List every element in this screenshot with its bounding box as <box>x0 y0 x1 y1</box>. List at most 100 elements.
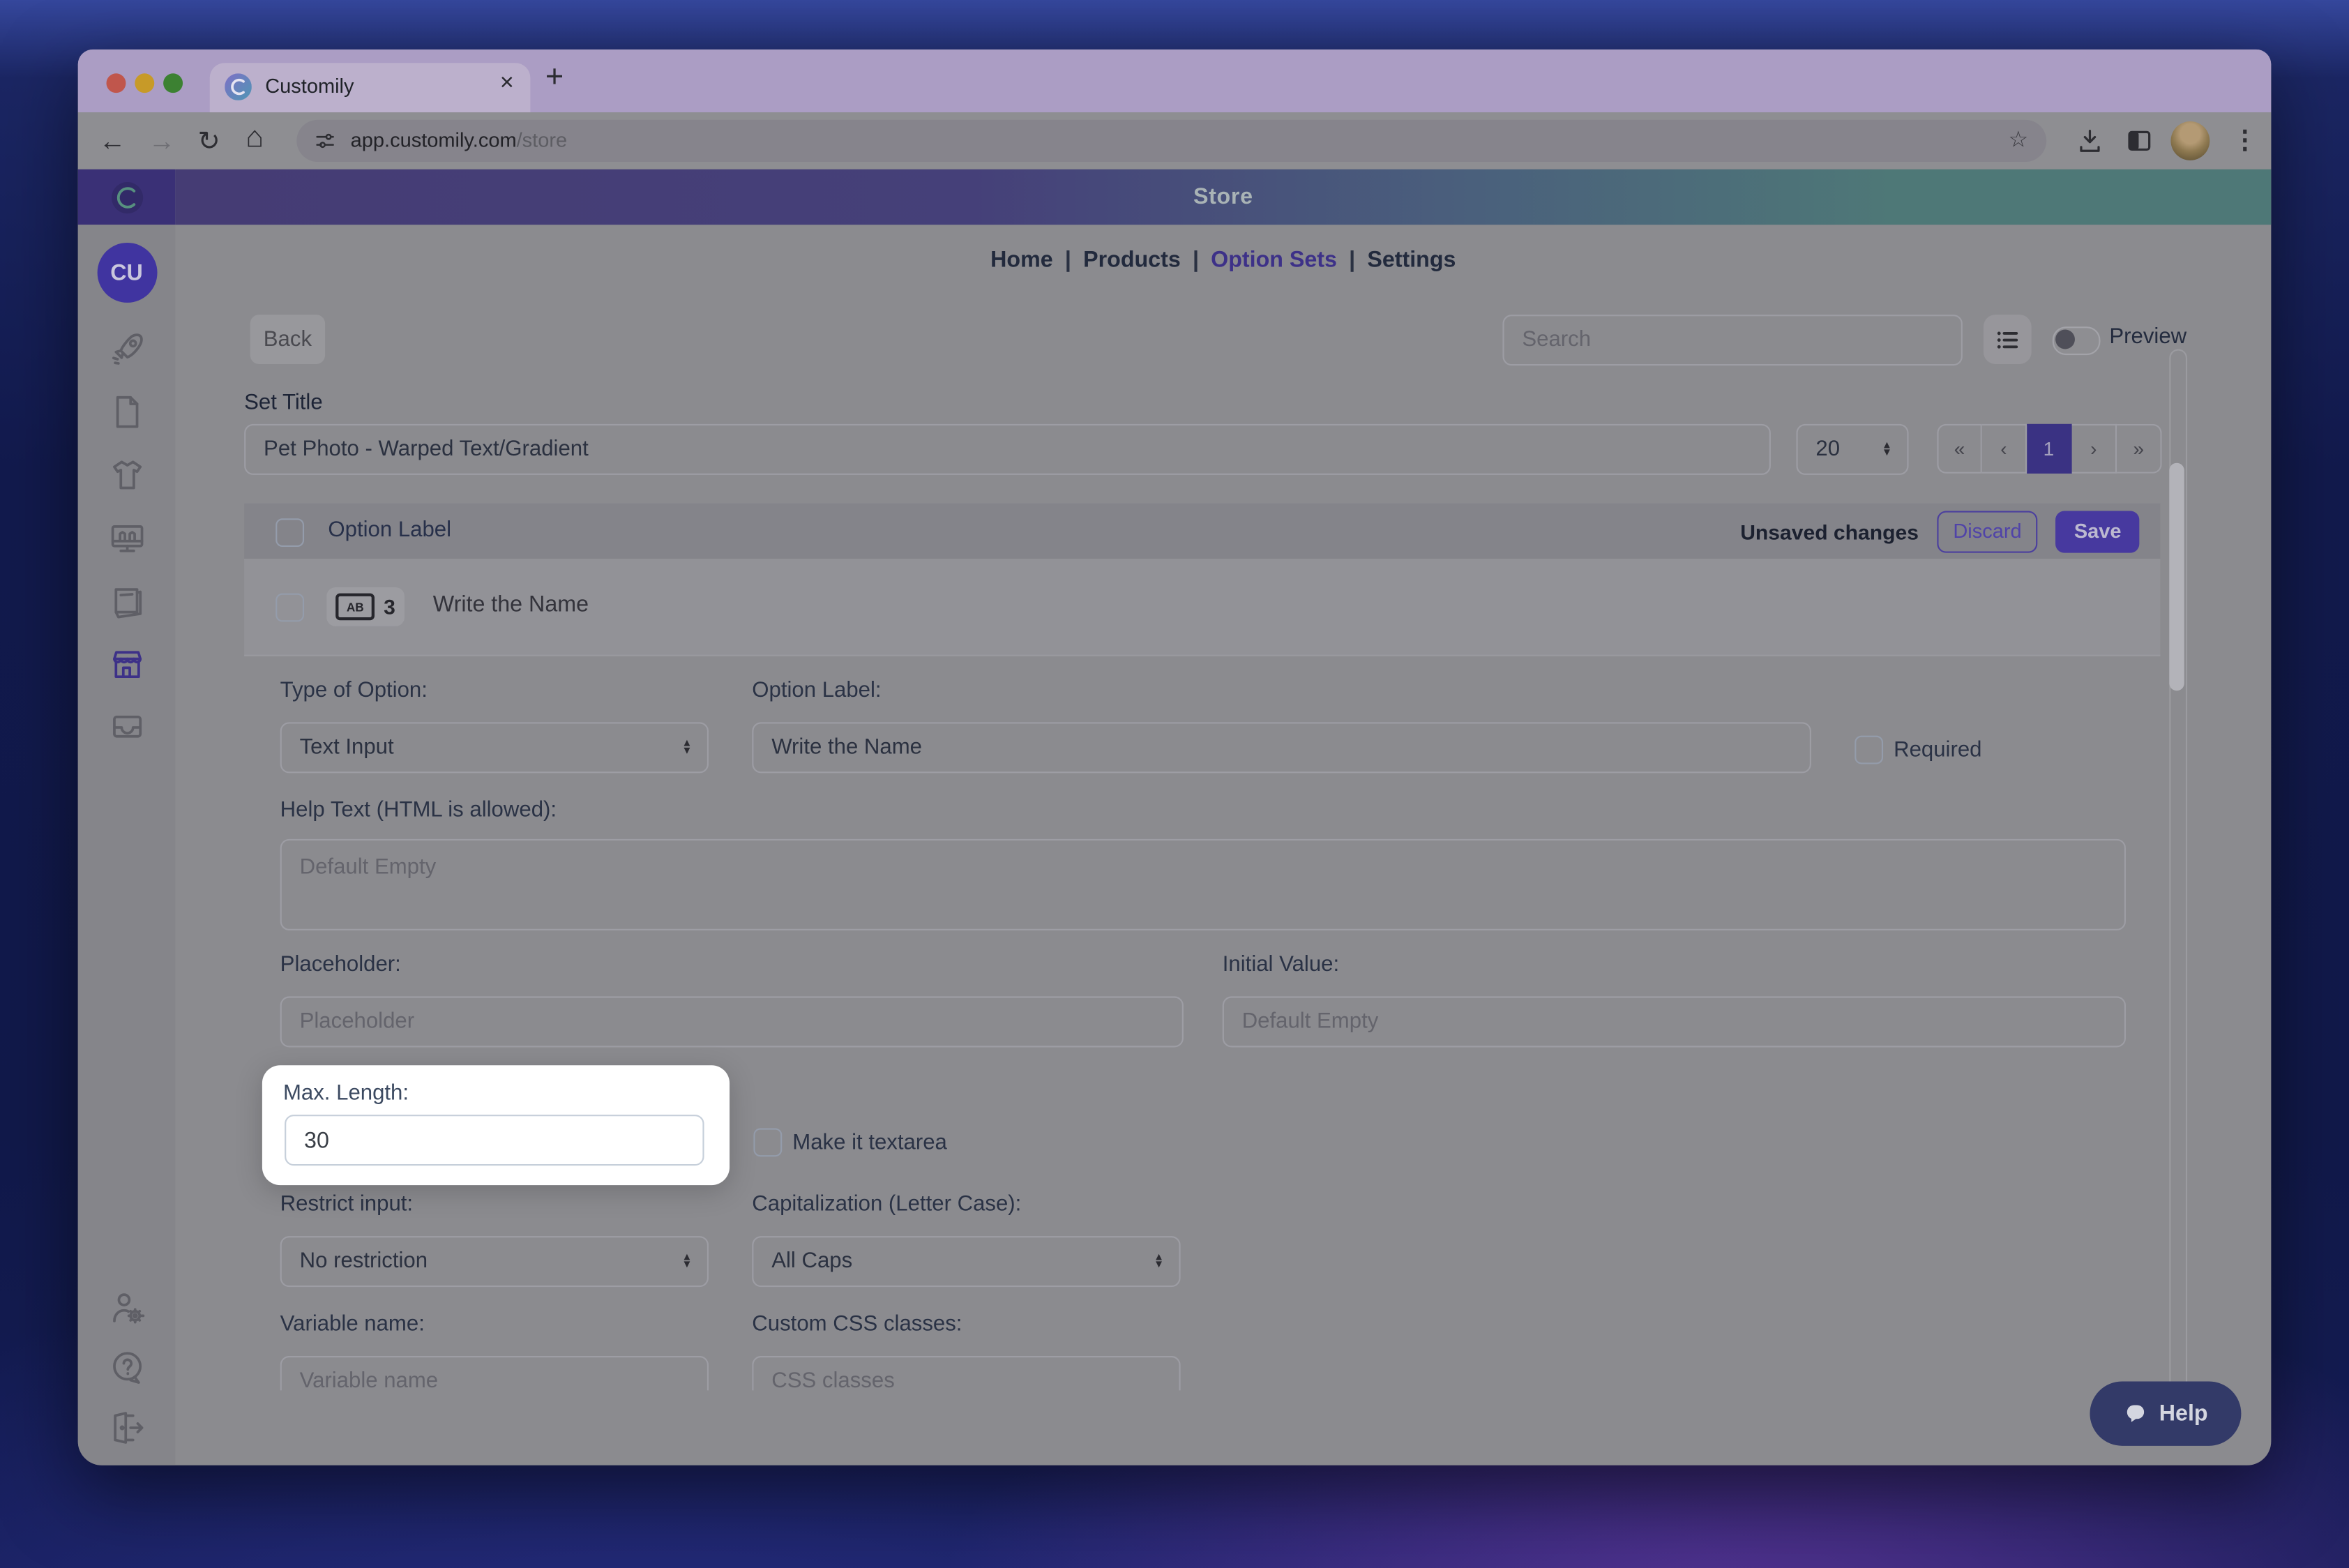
sidebar-item-products[interactable] <box>107 455 146 495</box>
required-label: Required <box>1894 739 1981 762</box>
back-button[interactable]: Back <box>250 315 325 364</box>
list-view-button[interactable] <box>1984 315 2032 364</box>
preview-label: Preview <box>2109 325 2186 349</box>
max-length-input[interactable] <box>285 1115 704 1166</box>
max-length-label: Max. Length: <box>283 1082 409 1106</box>
type-of-option-label: Type of Option: <box>280 679 428 702</box>
pagination-last-button[interactable]: » <box>2117 424 2161 474</box>
site-settings-icon[interactable] <box>313 129 337 153</box>
sidebar-item-logout[interactable] <box>107 1408 146 1447</box>
option-row-title: Write the Name <box>433 591 589 617</box>
desktop-background: Customily × + ← → ↻ ⌂ app.customily.com/… <box>0 0 2349 1568</box>
app-sidebar: CU <box>78 225 176 1465</box>
side-panel-icon[interactable] <box>2124 126 2154 156</box>
make-it-textarea-checkbox[interactable] <box>753 1128 782 1156</box>
sidebar-item-store[interactable] <box>107 644 146 684</box>
chat-bubble-icon <box>2123 1401 2149 1426</box>
page-size-select[interactable]: 20 ▲▼ <box>1796 424 1908 475</box>
select-all-checkbox[interactable] <box>275 518 304 547</box>
new-tab-button[interactable]: + <box>545 60 564 96</box>
option-label-input[interactable] <box>752 722 1811 773</box>
logout-door-icon <box>107 1408 146 1447</box>
downloads-icon[interactable] <box>2075 126 2105 156</box>
pagination-prev-button[interactable]: ‹ <box>1982 424 2027 474</box>
option-label-label: Option Label: <box>752 679 881 702</box>
sidebar-item-files[interactable] <box>107 393 146 432</box>
initial-value-label: Initial Value: <box>1223 953 1339 977</box>
initial-value-input[interactable] <box>1223 996 2126 1047</box>
window-close-button[interactable] <box>107 73 126 93</box>
placeholder-input[interactable] <box>280 996 1184 1047</box>
breadcrumb-nav: Home | Products | Option Sets | Settings <box>175 247 2271 273</box>
sidebar-item-help-center[interactable] <box>107 1348 146 1387</box>
inbox-icon <box>107 707 146 746</box>
pagination-next-button[interactable]: › <box>2072 424 2117 474</box>
nav-separator: | <box>1193 247 1199 273</box>
variable-name-label: Variable name: <box>280 1313 425 1336</box>
list-header-row: Option Label Unsaved changes Discard Sav… <box>244 504 2160 561</box>
make-it-textarea-label: Make it textarea <box>792 1131 947 1155</box>
help-text-textarea[interactable] <box>280 839 2126 930</box>
browser-tab-bar: Customily × + <box>78 50 2272 112</box>
window-minimize-button[interactable] <box>135 73 154 93</box>
nav-separator: | <box>1065 247 1071 273</box>
sidebar-item-mockups[interactable] <box>107 518 146 557</box>
toggle-thumb <box>2055 330 2075 349</box>
badge-count: 3 <box>384 595 395 619</box>
app-header: Store <box>78 169 2272 225</box>
customily-logo <box>78 169 176 225</box>
sidebar-item-inbox[interactable] <box>107 707 146 746</box>
set-title-input[interactable] <box>244 424 1771 475</box>
custom-css-label: Custom CSS classes: <box>752 1313 962 1336</box>
nav-item-settings[interactable]: Settings <box>1367 247 1456 273</box>
window-zoom-button[interactable] <box>163 73 183 93</box>
close-tab-icon[interactable]: × <box>500 70 514 98</box>
restrict-input-label: Restrict input: <box>280 1193 413 1216</box>
nav-separator: | <box>1349 247 1355 273</box>
store-header-title: Store <box>1193 184 1253 210</box>
tab-title: Customily <box>265 75 354 97</box>
search-input[interactable] <box>1502 315 1962 365</box>
url-bar[interactable]: app.customily.com/store ☆ <box>296 120 2046 162</box>
restrict-input-select[interactable]: No restriction ▲▼ <box>280 1236 709 1287</box>
required-checkbox[interactable] <box>1855 736 1883 764</box>
nav-item-option-sets[interactable]: Option Sets <box>1211 247 1337 273</box>
preview-toggle[interactable] <box>2053 326 2101 355</box>
pagination-first-button[interactable]: « <box>1937 424 1981 474</box>
unsaved-changes-text: Unsaved changes <box>1740 519 1919 543</box>
sidebar-item-getting-started[interactable] <box>107 330 146 369</box>
placeholder-label: Placeholder: <box>280 953 401 977</box>
bookmark-star-icon[interactable]: ☆ <box>2008 126 2028 153</box>
nav-item-products[interactable]: Products <box>1083 247 1181 273</box>
type-of-option-select[interactable]: Text Input ▲▼ <box>280 722 709 773</box>
question-bubble-icon <box>107 1348 146 1387</box>
browser-menu-kebab-icon[interactable]: ⋮ <box>2233 124 2258 157</box>
save-button[interactable]: Save <box>2056 510 2139 552</box>
variable-name-input[interactable] <box>280 1356 709 1390</box>
browser-forward-icon[interactable]: → <box>149 124 176 157</box>
profile-avatar[interactable] <box>2170 121 2210 160</box>
reload-icon[interactable]: ↻ <box>198 124 220 157</box>
option-set-row[interactable]: AB 3 Write the Name <box>244 559 2160 656</box>
sidebar-item-account-settings[interactable] <box>107 1288 146 1327</box>
browser-tab[interactable]: Customily × <box>210 63 531 112</box>
sidebar-item-templates[interactable] <box>107 581 146 620</box>
browser-back-icon[interactable]: ← <box>99 124 126 157</box>
discard-button[interactable]: Discard <box>1937 510 2039 552</box>
pagination-page-1[interactable]: 1 <box>2027 424 2071 474</box>
capitalization-select[interactable]: All Caps ▲▼ <box>752 1236 1180 1287</box>
row-checkbox[interactable] <box>275 594 304 622</box>
help-button[interactable]: Help <box>2090 1381 2241 1445</box>
custom-css-input[interactable] <box>752 1356 1180 1390</box>
scrollbar-thumb[interactable] <box>2169 463 2184 691</box>
help-button-label: Help <box>2159 1401 2208 1426</box>
rocket-icon <box>107 330 146 369</box>
capitalization-label: Capitalization (Letter Case): <box>752 1193 1021 1216</box>
home-icon[interactable]: ⌂ <box>246 121 264 154</box>
customily-favicon-icon <box>225 73 252 100</box>
tshirt-icon <box>107 455 146 495</box>
text-field-icon: AB <box>335 594 375 621</box>
browser-window: Customily × + ← → ↻ ⌂ app.customily.com/… <box>78 50 2272 1465</box>
nav-item-home[interactable]: Home <box>990 247 1053 273</box>
account-avatar[interactable]: CU <box>97 243 157 303</box>
